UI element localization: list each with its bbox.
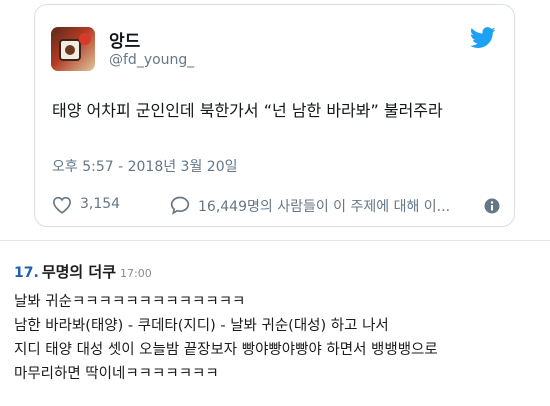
tweet-display-name[interactable]: 앙드 (109, 27, 140, 52)
comment-line: 마무리하면 딱이네ㅋㅋㅋㅋㅋㅋㅋ (14, 366, 219, 382)
comment-header: 17. 무명의 더쿠 17:00 (14, 261, 152, 282)
comment-number: 17. (14, 265, 39, 281)
comment-line: 남한 바라봐(태양) - 쿠데타(지디) - 날봐 귀순(대성) 하고 나서 (14, 318, 389, 334)
tweet-handle[interactable]: @fd_young_ (109, 52, 194, 68)
twitter-bird-icon[interactable] (470, 27, 496, 49)
comment-body: 날봐 귀순ㅋㅋㅋㅋㅋㅋㅋㅋㅋㅋㅋㅋㅋ 남한 바라봐(태양) - 쿠데타(지디) … (14, 290, 544, 386)
people-talking-text[interactable]: 16,449명의 사람들이 이 주제에 대해 이... (198, 196, 488, 216)
info-icon[interactable] (484, 198, 500, 214)
tweet-text: 태양 어차피 군인인데 북한가서 “넌 남한 바라봐” 불러주라 (52, 101, 443, 120)
avatar[interactable] (51, 27, 95, 71)
section-divider (0, 240, 550, 241)
screenshot: 앙드 @fd_young_ 태양 어차피 군인인데 북한가서 “넌 남한 바라봐… (0, 0, 550, 406)
coffee-cup-graphic (59, 39, 81, 61)
comment-line: 날봐 귀순ㅋㅋㅋㅋㅋㅋㅋㅋㅋㅋㅋㅋㅋ (14, 294, 246, 310)
fruit-graphic (79, 33, 91, 45)
heart-icon[interactable] (52, 196, 72, 214)
tweet-timestamp[interactable]: 오후 5:57 - 2018년 3월 20일 (52, 156, 238, 176)
comment-line: 지디 태양 대성 셋이 오늘밤 끝장보자 빵야빵야빵야 하면서 뱅뱅뱅으로 (14, 342, 438, 358)
speech-bubble-icon[interactable] (170, 195, 190, 215)
comment-author: 무명의 더쿠 (41, 263, 117, 281)
comment-time: 17:00 (120, 267, 152, 280)
like-count: 3,154 (80, 196, 121, 212)
embedded-tweet-card[interactable]: 앙드 @fd_young_ 태양 어차피 군인인데 북한가서 “넌 남한 바라봐… (34, 4, 515, 227)
tweet-actions: 3,154 16,449명의 사람들이 이 주제에 대해 이... (52, 194, 512, 218)
